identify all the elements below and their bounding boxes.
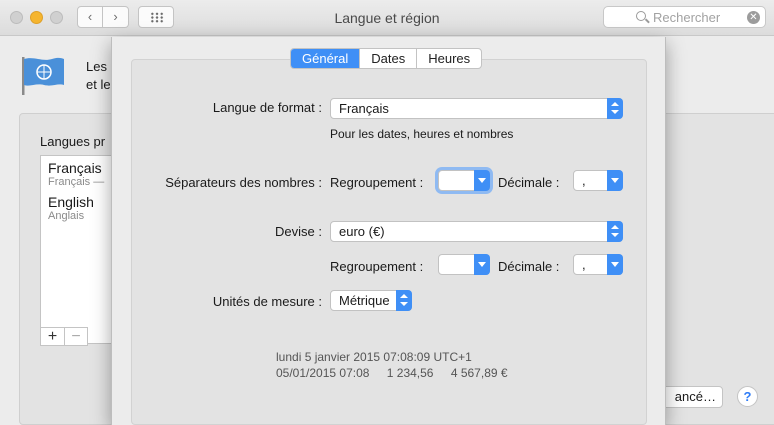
currency-decimal-value: , xyxy=(582,257,586,272)
format-language-label: Langue de format : xyxy=(212,100,322,115)
format-language-popup[interactable]: Français xyxy=(330,98,623,119)
add-language-button[interactable]: + xyxy=(41,328,64,345)
sample-datetime: lundi 5 janvier 2015 07:08:09 UTC+1 xyxy=(276,350,472,364)
search-icon xyxy=(636,11,646,21)
updown-arrows-icon xyxy=(607,221,623,242)
units-label: Unités de mesure : xyxy=(212,294,322,309)
clear-search-icon[interactable]: ✕ xyxy=(747,11,760,24)
sample-date: 05/01/2015 07:08 xyxy=(276,366,370,380)
advanced-sheet: Général Dates Heures Langue de format : … xyxy=(111,37,666,425)
updown-arrows-icon xyxy=(607,98,623,119)
number-grouping-popup[interactable] xyxy=(438,170,490,191)
currency-value: euro (€) xyxy=(339,224,385,239)
tab-times[interactable]: Heures xyxy=(416,49,481,68)
currency-decimal-popup[interactable]: , xyxy=(573,254,623,275)
sample-formats: 05/01/2015 07:08 1 234,56 4 567,89 € xyxy=(276,366,522,380)
un-flag-icon xyxy=(22,57,64,95)
right-panel xyxy=(665,113,774,425)
units-popup[interactable]: Métrique xyxy=(330,290,412,311)
search-placeholder: Rechercher xyxy=(653,10,721,25)
title-bar: ‹ › Langue et région Rechercher ✕ xyxy=(0,0,774,36)
format-language-note: Pour les dates, heures et nombres xyxy=(330,127,514,141)
intro-line-2: et le xyxy=(86,77,111,92)
help-button[interactable]: ? xyxy=(737,386,758,407)
number-decimal-popup[interactable]: , xyxy=(573,170,623,191)
number-decimal-value: , xyxy=(582,173,586,188)
search-field[interactable]: Rechercher ✕ xyxy=(603,6,766,28)
preferred-languages-title: Langues pr xyxy=(40,134,106,149)
intro-line-1: Les xyxy=(86,59,107,74)
currency-grouping-popup[interactable] xyxy=(438,254,490,275)
currency-decimal-label: Décimale : xyxy=(498,259,560,274)
sample-currency: 4 567,89 € xyxy=(450,366,508,380)
chevron-down-icon xyxy=(607,254,623,275)
tab-bar: Général Dates Heures xyxy=(290,48,483,69)
chevron-down-icon xyxy=(607,170,623,191)
add-remove-control: + − xyxy=(40,327,88,346)
currency-popup[interactable]: euro (€) xyxy=(330,221,623,242)
chevron-down-icon xyxy=(474,254,490,275)
sample-number: 1 234,56 xyxy=(386,366,434,380)
format-language-value: Français xyxy=(339,101,389,116)
tab-general[interactable]: Général xyxy=(291,49,360,68)
tab-dates[interactable]: Dates xyxy=(359,49,416,68)
intro-text: Les et le xyxy=(86,58,111,94)
number-grouping-label: Regroupement : xyxy=(330,175,424,190)
currency-label: Devise : xyxy=(275,224,322,239)
number-decimal-label: Décimale : xyxy=(498,175,560,190)
currency-grouping-label: Regroupement : xyxy=(330,259,424,274)
remove-language-button[interactable]: − xyxy=(64,328,87,345)
chevron-down-icon xyxy=(474,170,490,191)
units-value: Métrique xyxy=(339,293,390,308)
updown-arrows-icon xyxy=(396,290,412,311)
general-panel: Langue de format : Français Pour les dat… xyxy=(131,59,647,425)
number-separators-label: Séparateurs des nombres : xyxy=(165,175,322,190)
